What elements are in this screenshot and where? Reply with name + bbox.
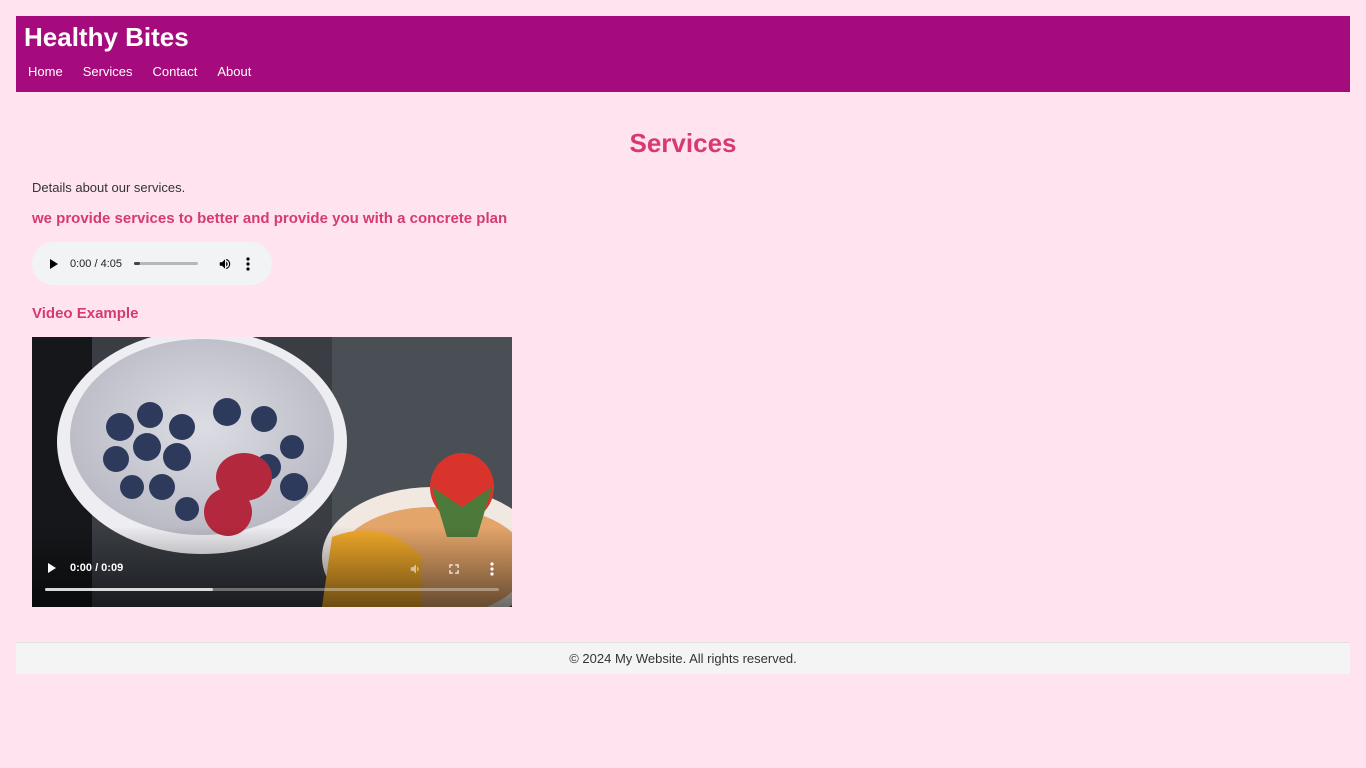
nav-link-contact[interactable]: Contact <box>153 64 198 79</box>
more-vert-icon[interactable] <box>246 256 250 271</box>
video-player[interactable]: 0:00 / 0:09 <box>32 337 512 607</box>
nav-link-home[interactable]: Home <box>28 64 63 79</box>
main-nav: Home Services Contact About <box>28 64 271 79</box>
site-header: Healthy Bites Home Services Contact Abou… <box>16 16 1350 92</box>
video-heading: Video Example <box>32 305 139 322</box>
audio-time: 0:00 / 4:05 <box>70 257 122 270</box>
video-buffer-fill <box>45 588 213 591</box>
services-subheading: we provide services to better and provid… <box>32 210 508 227</box>
video-play-icon[interactable] <box>48 563 56 573</box>
video-more-vert-icon[interactable] <box>490 562 494 576</box>
fullscreen-icon[interactable] <box>447 562 461 576</box>
video-time: 0:00 / 0:09 <box>70 562 124 574</box>
site-title: Healthy Bites <box>24 22 189 52</box>
footer-text: © 2024 My Website. All rights reserved. <box>569 651 797 666</box>
nav-link-about[interactable]: About <box>217 64 251 79</box>
audio-player[interactable]: 0:00 / 4:05 <box>32 242 272 285</box>
volume-icon[interactable] <box>218 257 232 271</box>
video-volume-icon[interactable] <box>409 562 423 576</box>
play-icon[interactable] <box>50 258 58 269</box>
audio-seek-fill <box>134 262 141 265</box>
intro-text: Details about our services. <box>32 180 186 195</box>
video-seek-bar[interactable] <box>45 588 499 591</box>
nav-link-services[interactable]: Services <box>83 64 133 79</box>
site-footer: © 2024 My Website. All rights reserved. <box>16 642 1350 674</box>
audio-seek-bar[interactable] <box>134 262 198 265</box>
page-title: Services <box>629 128 737 158</box>
